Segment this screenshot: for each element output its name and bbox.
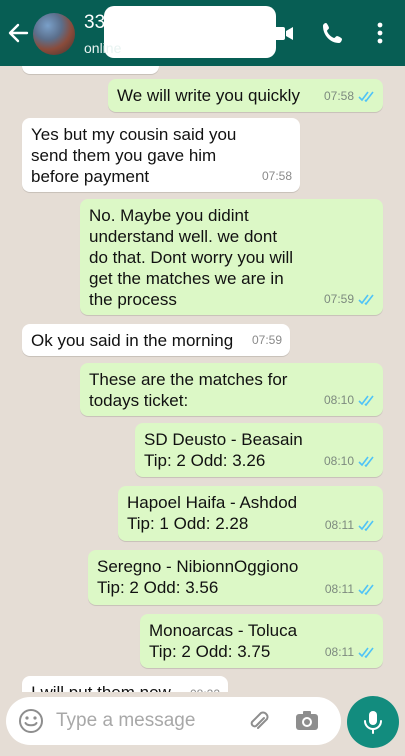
camera-icon[interactable] [294, 708, 320, 734]
message-bubble[interactable]: No. Maybe you didint understand well. we… [80, 199, 383, 315]
message-time: 07:59 [251, 333, 282, 347]
phone-icon[interactable] [320, 20, 346, 46]
message-bubble[interactable]: Ok you said in the morning 07:59 [22, 324, 290, 356]
read-ticks-icon [358, 520, 374, 531]
message-bubble[interactable]: We will write you quickly 07:58 [108, 79, 383, 112]
read-ticks-icon [358, 395, 374, 406]
chat-header: 33 online [0, 0, 405, 66]
contact-name[interactable]: 33 [84, 12, 105, 34]
emoji-icon[interactable] [18, 708, 44, 734]
composer-bar [0, 692, 405, 756]
message-meta: 07:58 [324, 86, 375, 107]
mic-button[interactable] [347, 696, 399, 748]
message-text: Ok you said in the morning [31, 331, 234, 350]
message-meta: 08:22 [190, 684, 220, 692]
message-bubble-partial [22, 66, 159, 74]
message-meta: 07:59 [252, 330, 282, 351]
message-bubble[interactable]: SD Deusto - Beasain Tip: 2 Odd: 3.26 08:… [135, 423, 383, 477]
message-meta: 08:11 [325, 515, 375, 536]
message-meta: 08:10 [324, 390, 375, 411]
video-call-icon[interactable] [268, 20, 294, 46]
mic-icon [364, 711, 382, 734]
message-time: 08:11 [324, 582, 354, 596]
message-meta: 07:58 [262, 166, 292, 187]
message-input-bar[interactable] [6, 697, 341, 745]
read-ticks-icon [358, 647, 374, 658]
message-meta: 08:11 [325, 579, 375, 600]
message-meta: 07:59 [324, 289, 375, 310]
more-vertical-icon[interactable] [370, 20, 390, 46]
message-time: 08:10 [323, 454, 354, 468]
message-bubble[interactable]: These are the matches for todays ticket:… [80, 363, 383, 416]
message-time: 07:58 [323, 89, 354, 103]
contact-status: online [84, 40, 122, 56]
message-time: 08:11 [324, 518, 354, 532]
message-bubble[interactable]: Yes but my cousin said you send them you… [22, 118, 300, 192]
message-meta: 08:11 [325, 642, 375, 663]
message-time: 08:11 [324, 645, 354, 659]
message-time: 08:10 [323, 393, 354, 407]
attach-icon[interactable] [246, 709, 272, 735]
back-arrow-icon[interactable] [6, 20, 30, 46]
message-bubble[interactable]: Seregno - NibionnOggiono Tip: 2 Odd: 3.5… [88, 550, 383, 605]
message-time: 07:58 [261, 169, 292, 183]
message-meta: 08:10 [324, 451, 375, 472]
read-ticks-icon [358, 294, 374, 305]
chat-area[interactable]: We will write you quickly 07:58 Yes but … [0, 66, 405, 692]
message-text: Yes but my cousin said you send them you… [31, 125, 237, 186]
message-bubble[interactable]: Hapoel Haifa - Ashdod Tip: 1 Odd: 2.28 0… [118, 486, 383, 541]
message-time: 08:22 [190, 684, 220, 692]
read-ticks-icon [358, 584, 374, 595]
avatar[interactable] [33, 13, 75, 55]
message-time: 07:59 [323, 292, 354, 306]
message-input[interactable] [56, 706, 236, 736]
message-bubble[interactable]: Monoarcas - Toluca Tip: 2 Odd: 3.75 08:1… [140, 614, 383, 668]
read-ticks-icon [358, 91, 374, 102]
read-ticks-icon [358, 456, 374, 467]
redacted-area [104, 6, 276, 58]
message-bubble[interactable]: I will put them now 08:22 [22, 676, 228, 692]
